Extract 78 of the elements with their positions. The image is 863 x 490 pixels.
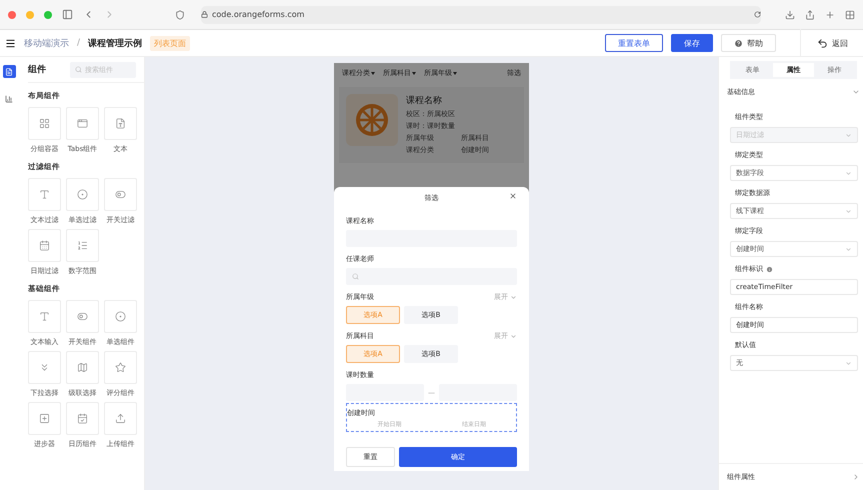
component-tile[interactable] [66, 178, 99, 211]
plus-square-icon [39, 413, 50, 424]
window-icon [77, 118, 88, 129]
search-field[interactable] [346, 268, 517, 285]
chevron-down-icon [845, 246, 852, 252]
component-tile[interactable] [28, 402, 61, 435]
sidebar-icon[interactable] [62, 9, 73, 20]
chevron-down-icon [510, 332, 517, 340]
chevron-down-icon [845, 208, 852, 214]
breadcrumb-separator: / [77, 38, 80, 48]
help-button[interactable]: 帮助 [721, 34, 776, 52]
star-icon [115, 362, 126, 373]
bar-chart-icon [5, 94, 13, 102]
grid-icon [39, 118, 50, 129]
wheel-icon [354, 102, 390, 138]
chevron-down-icon[interactable] [852, 88, 860, 96]
radio-icon [77, 189, 88, 200]
component-tile[interactable] [66, 107, 99, 140]
component-tile[interactable] [104, 178, 137, 211]
page-type-tag: 列表页面 [150, 36, 190, 50]
search-icon [352, 273, 359, 280]
close-window-dot[interactable] [8, 10, 16, 18]
shield-icon[interactable] [175, 10, 185, 20]
lock-icon [201, 11, 208, 18]
panel-title: 组件 [28, 64, 46, 76]
component-tile[interactable] [104, 402, 137, 435]
reload-icon[interactable] [754, 11, 761, 18]
component-tile[interactable] [28, 351, 61, 384]
tab-overview-icon[interactable] [845, 10, 855, 20]
calendar-icon [39, 240, 50, 251]
text-file-icon [115, 118, 126, 129]
chevron-down-icon [845, 132, 852, 138]
toggle-icon [77, 311, 88, 322]
component-tile[interactable] [66, 351, 99, 384]
share-icon[interactable] [805, 10, 815, 20]
component-tile[interactable] [66, 402, 99, 435]
component-tile[interactable] [28, 107, 61, 140]
component-tile[interactable] [28, 229, 61, 262]
dropdown-icon [39, 362, 50, 373]
form-tab[interactable] [2, 65, 16, 78]
component-tile[interactable] [104, 107, 137, 140]
text-icon [39, 189, 50, 200]
breadcrumb-link[interactable]: 课程管理示例 [88, 36, 142, 50]
component-tile[interactable] [104, 300, 137, 333]
component-tile[interactable] [66, 229, 99, 262]
zoom-window-dot[interactable] [44, 10, 52, 18]
menu-icon[interactable] [5, 38, 16, 48]
download-icon[interactable] [785, 10, 795, 20]
reset-button[interactable]: 重置表单 [605, 34, 663, 52]
back-button[interactable]: 返回 [800, 29, 858, 57]
breadcrumb-link[interactable]: 移动端演示 [24, 36, 69, 50]
course-title: 课程名称 [406, 94, 443, 107]
component-tile[interactable] [66, 300, 99, 333]
new-tab-icon[interactable] [825, 10, 835, 20]
chevron-down-icon [845, 170, 852, 176]
chevron-down-icon [845, 360, 852, 366]
component-tile[interactable] [28, 178, 61, 211]
toggle-icon [115, 189, 126, 200]
info-icon[interactable] [766, 266, 773, 272]
upload-icon [115, 413, 126, 424]
document-icon [5, 68, 13, 76]
undo-arrow-icon [817, 38, 828, 48]
folded-map-icon [77, 362, 88, 373]
save-button[interactable]: 保存 [671, 34, 713, 52]
numbered-list-icon [77, 240, 88, 251]
minimize-window-dot[interactable] [26, 10, 34, 18]
chevron-right-icon[interactable] [852, 473, 860, 481]
calendar-check-icon [77, 413, 88, 424]
component-tile[interactable] [104, 351, 137, 384]
help-icon [734, 38, 743, 48]
radio-icon [115, 311, 126, 322]
text-icon [39, 311, 50, 322]
close-button[interactable] [509, 192, 517, 200]
search-icon [75, 66, 82, 72]
component-tile[interactable] [28, 300, 61, 333]
address-bar[interactable]: code.orangeforms.com [201, 6, 761, 24]
close-icon [509, 192, 517, 200]
chevron-down-icon [510, 294, 517, 300]
